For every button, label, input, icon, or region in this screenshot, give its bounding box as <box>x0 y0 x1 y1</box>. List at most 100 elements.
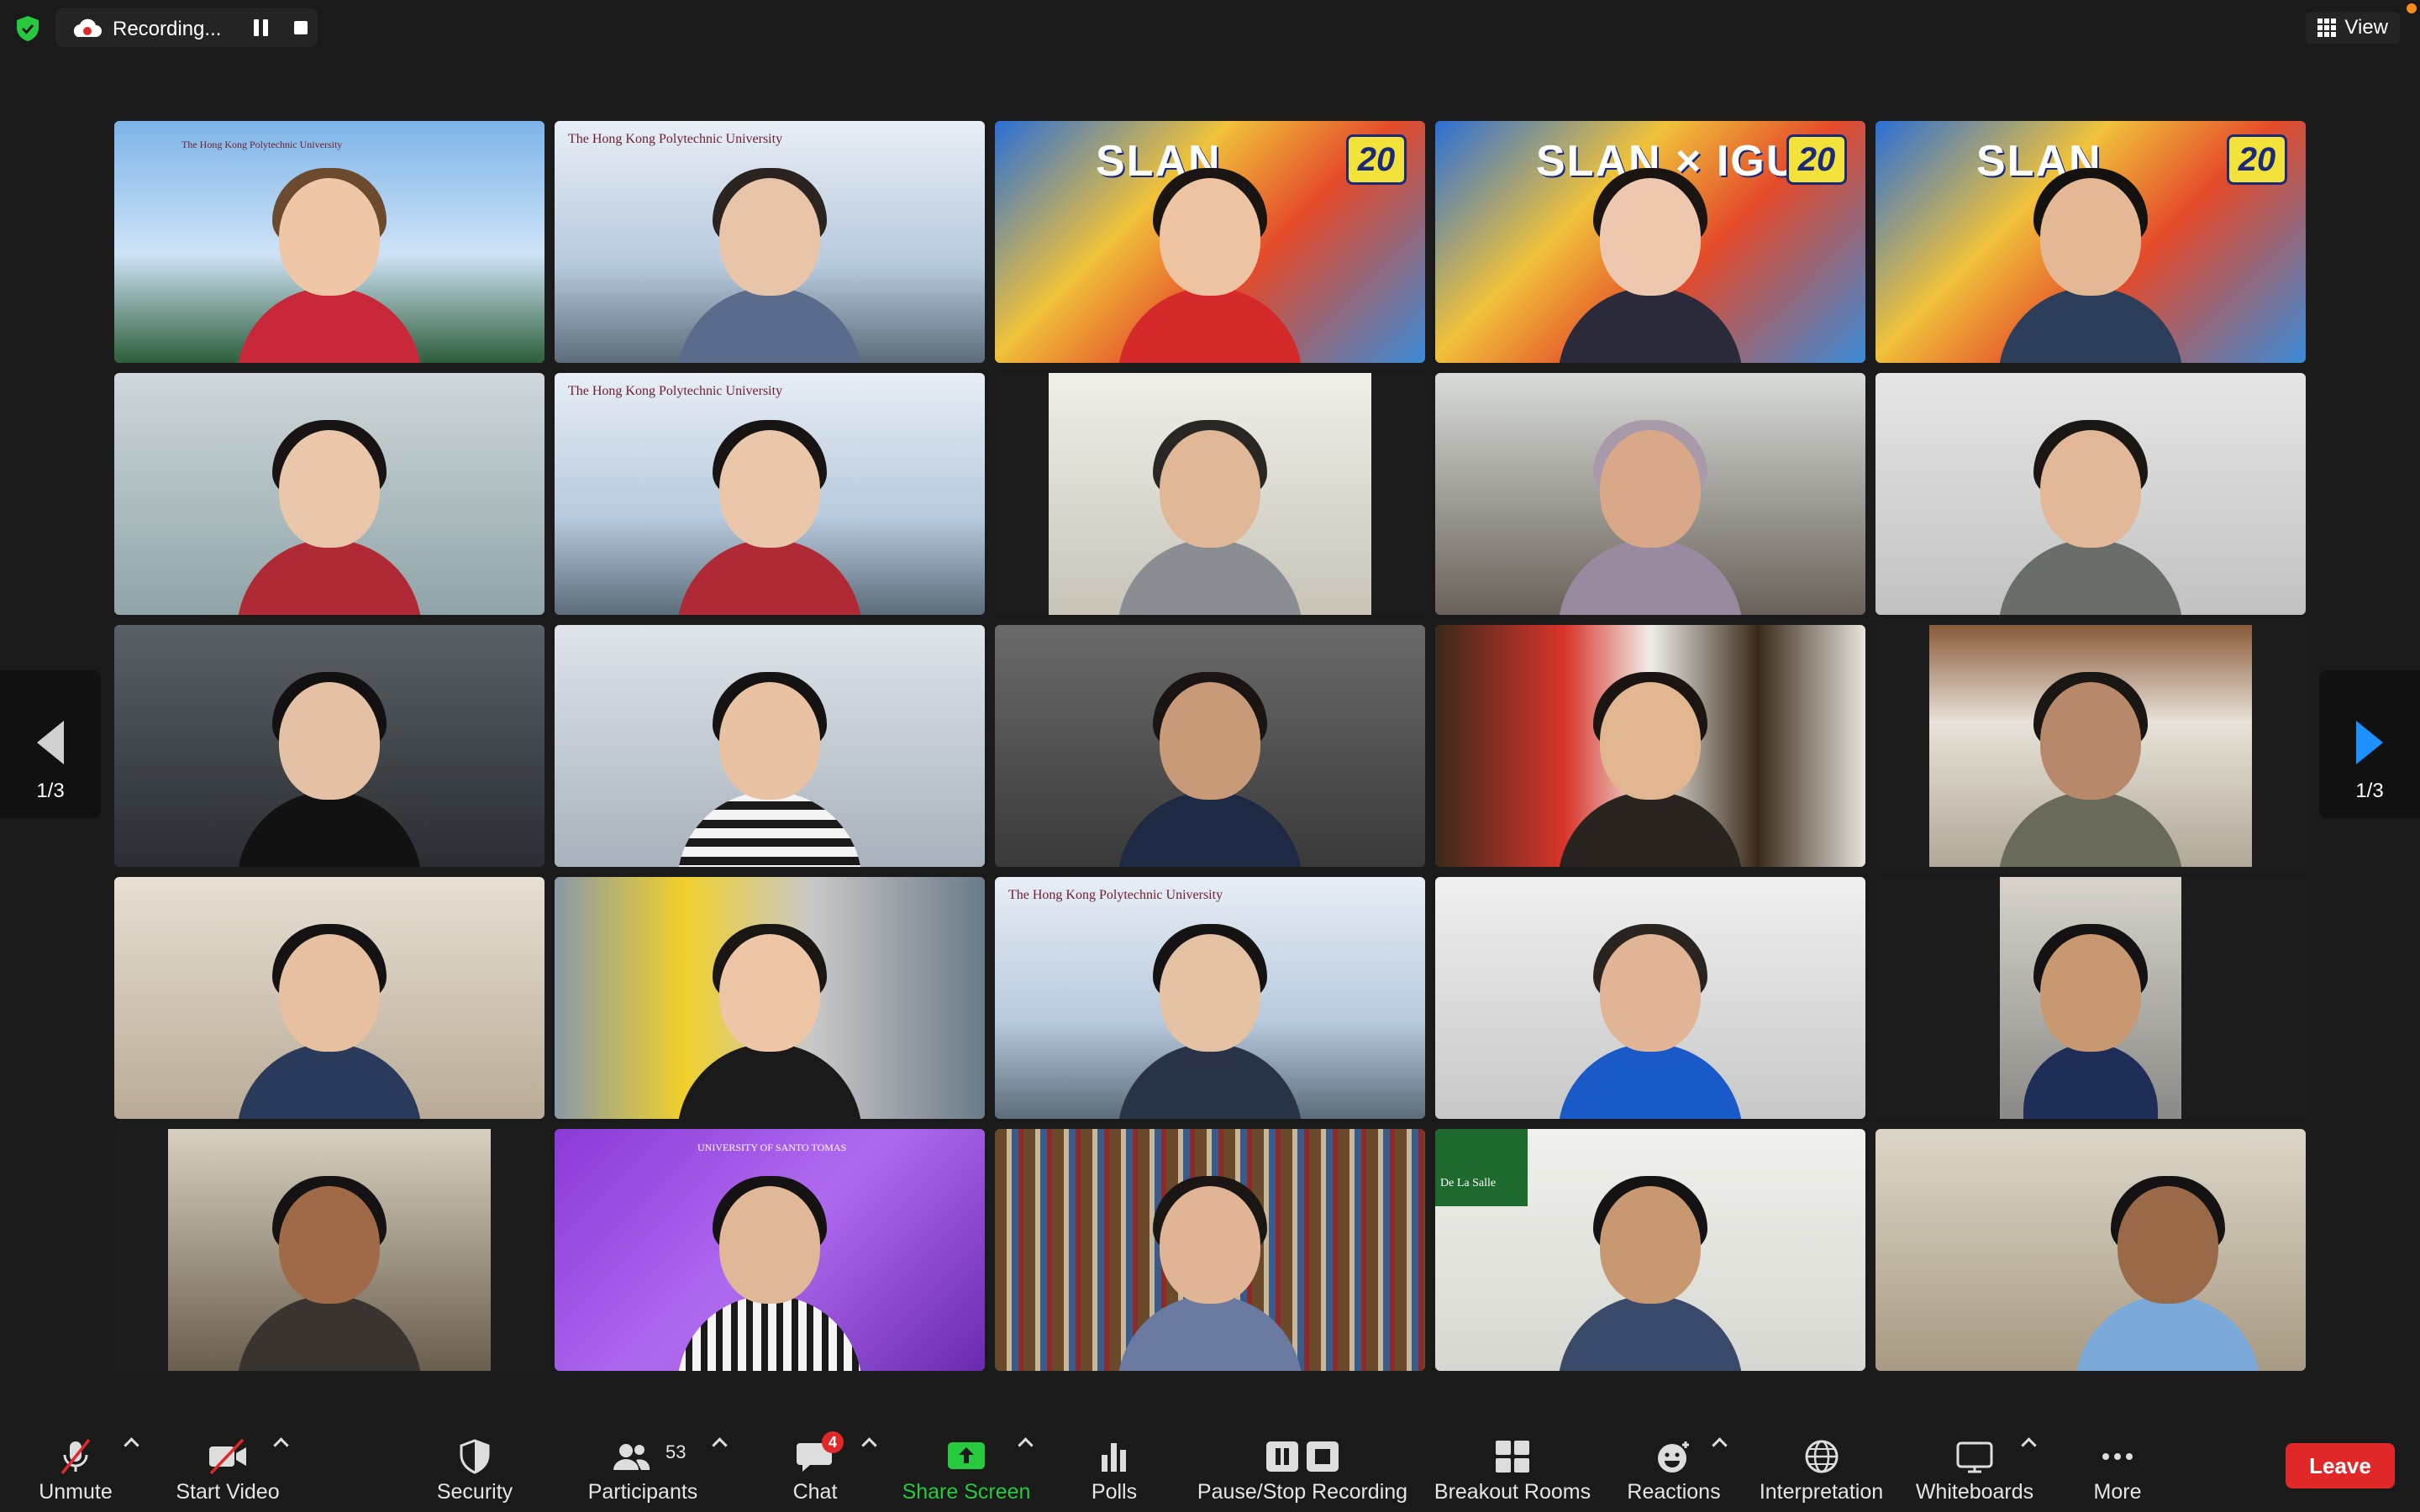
participant-video <box>1101 657 1319 867</box>
reactions-button[interactable]: Reactions <box>1622 1420 1726 1512</box>
page-indicator: 1/3 <box>2355 780 2384 802</box>
video-tile[interactable] <box>1876 877 2306 1119</box>
participant-video <box>660 405 879 615</box>
chat-button[interactable]: 4 Chat <box>773 1420 857 1512</box>
start-video-label: Start Video <box>176 1480 280 1504</box>
video-tile[interactable] <box>1435 877 1865 1119</box>
video-tile[interactable] <box>995 625 1425 867</box>
anniversary-badge: 20 <box>1786 134 1847 185</box>
participants-icon <box>613 1444 650 1470</box>
participant-video <box>2007 909 2175 1119</box>
video-tile[interactable]: SLAN × IGU 20 <box>1435 121 1865 363</box>
audio-options-caret[interactable] <box>123 1435 139 1452</box>
video-tile[interactable] <box>114 373 544 615</box>
video-options-caret[interactable] <box>272 1435 289 1452</box>
recording-label: Recording... <box>113 18 222 40</box>
reactions-options-caret[interactable] <box>1711 1435 1728 1452</box>
ust-banner: UNIVERSITY OF SANTO TOMAS <box>697 1142 847 1153</box>
view-label: View <box>2344 16 2388 39</box>
polls-icon <box>1102 1443 1126 1472</box>
mic-muted-icon <box>60 1438 91 1475</box>
pause-icon[interactable] <box>254 19 269 36</box>
view-button[interactable]: View <box>2306 12 2400 44</box>
video-off-icon <box>209 1438 246 1475</box>
participants-button[interactable]: 53 Participants <box>571 1420 714 1512</box>
video-tile[interactable]: The Hong Kong Polytechnic University <box>114 121 544 363</box>
more-button[interactable]: More <box>2075 1420 2160 1512</box>
previous-page-button[interactable]: 1/3 <box>0 670 101 818</box>
interpretation-button[interactable]: Interpretation <box>1748 1420 1895 1512</box>
chat-label: Chat <box>792 1480 838 1504</box>
security-button[interactable]: Security <box>420 1420 529 1512</box>
video-tile[interactable]: The Hong Kong Polytechnic University <box>555 373 985 615</box>
stop-icon[interactable] <box>294 21 308 34</box>
page-indicator: 1/3 <box>36 780 65 802</box>
dlsu-banner: De La Salle <box>1435 1129 1528 1206</box>
video-tile[interactable] <box>1876 1129 2306 1371</box>
video-tile[interactable]: De La Salle <box>1435 1129 1865 1371</box>
participant-video <box>220 1161 439 1371</box>
participant-video <box>220 405 439 615</box>
video-gallery: The Hong Kong Polytechnic University The… <box>114 121 2306 1371</box>
participant-video <box>2059 1161 2277 1371</box>
video-tile[interactable]: UNIVERSITY OF SANTO TOMAS <box>555 1129 985 1371</box>
video-tile[interactable] <box>114 1129 544 1371</box>
video-tile[interactable] <box>555 625 985 867</box>
recording-indicator: Recording... <box>55 8 318 47</box>
unmute-button[interactable]: Unmute <box>17 1420 134 1512</box>
share-screen-button[interactable]: Share Screen <box>899 1420 1034 1512</box>
security-shield-icon <box>460 1439 490 1474</box>
video-tile[interactable]: SLAN 20 <box>1876 121 2306 363</box>
participant-video <box>220 909 439 1119</box>
participant-video <box>1101 405 1319 615</box>
top-bar: Recording... View <box>0 0 2420 55</box>
meeting-toolbar: Unmute Start Video Security 53 Participa… <box>0 1420 2420 1512</box>
participant-video <box>220 153 439 363</box>
video-tile[interactable] <box>114 625 544 867</box>
whiteboards-button[interactable]: Whiteboards <box>1907 1420 2042 1512</box>
breakout-rooms-label: Breakout Rooms <box>1434 1480 1591 1504</box>
video-tile[interactable] <box>1876 373 2306 615</box>
participant-video <box>1101 1161 1319 1371</box>
participant-video <box>660 1161 879 1371</box>
whiteboards-options-caret[interactable] <box>2020 1435 2037 1452</box>
participant-video <box>1981 153 2200 363</box>
anniversary-badge: 20 <box>1346 134 1407 185</box>
video-tile[interactable]: SLAN 20 <box>995 121 1425 363</box>
pause-stop-recording-button[interactable]: Pause/Stop Recording <box>1193 1420 1412 1512</box>
participant-video <box>1541 405 1760 615</box>
security-label: Security <box>436 1480 513 1504</box>
video-tile[interactable] <box>995 373 1425 615</box>
polls-button[interactable]: Polls <box>1072 1420 1156 1512</box>
polyu-logo: The Hong Kong Polytechnic University <box>568 132 783 146</box>
participant-video <box>1541 1161 1760 1371</box>
reactions-icon <box>1658 1441 1689 1473</box>
shield-icon[interactable] <box>15 15 40 42</box>
interpretation-globe-icon <box>1805 1440 1838 1473</box>
more-label: More <box>2093 1480 2142 1504</box>
start-video-button[interactable]: Start Video <box>165 1420 291 1512</box>
video-tile[interactable]: The Hong Kong Polytechnic University <box>555 121 985 363</box>
video-tile[interactable] <box>114 877 544 1119</box>
chat-unread-badge: 4 <box>822 1431 844 1453</box>
video-tile[interactable] <box>555 877 985 1119</box>
leave-button[interactable]: Leave <box>2286 1443 2395 1488</box>
participant-video <box>1101 153 1319 363</box>
participants-options-caret[interactable] <box>711 1435 728 1452</box>
share-options-caret[interactable] <box>1017 1435 1034 1452</box>
participant-video <box>660 657 879 867</box>
video-tile[interactable] <box>1435 373 1865 615</box>
participant-video <box>1101 909 1319 1119</box>
breakout-rooms-button[interactable]: Breakout Rooms <box>1428 1420 1597 1512</box>
video-tile[interactable] <box>995 1129 1425 1371</box>
participant-video <box>1541 153 1760 363</box>
chat-options-caret[interactable] <box>860 1435 877 1452</box>
cloud-recording-icon <box>73 18 102 37</box>
whiteboards-icon <box>1956 1441 1993 1473</box>
video-tile[interactable] <box>1435 625 1865 867</box>
video-tile[interactable] <box>1876 625 2306 867</box>
next-page-button[interactable]: 1/3 <box>2319 670 2420 818</box>
participants-count: 53 <box>666 1441 687 1462</box>
video-tile[interactable]: The Hong Kong Polytechnic University <box>995 877 1425 1119</box>
participant-video <box>220 657 439 867</box>
